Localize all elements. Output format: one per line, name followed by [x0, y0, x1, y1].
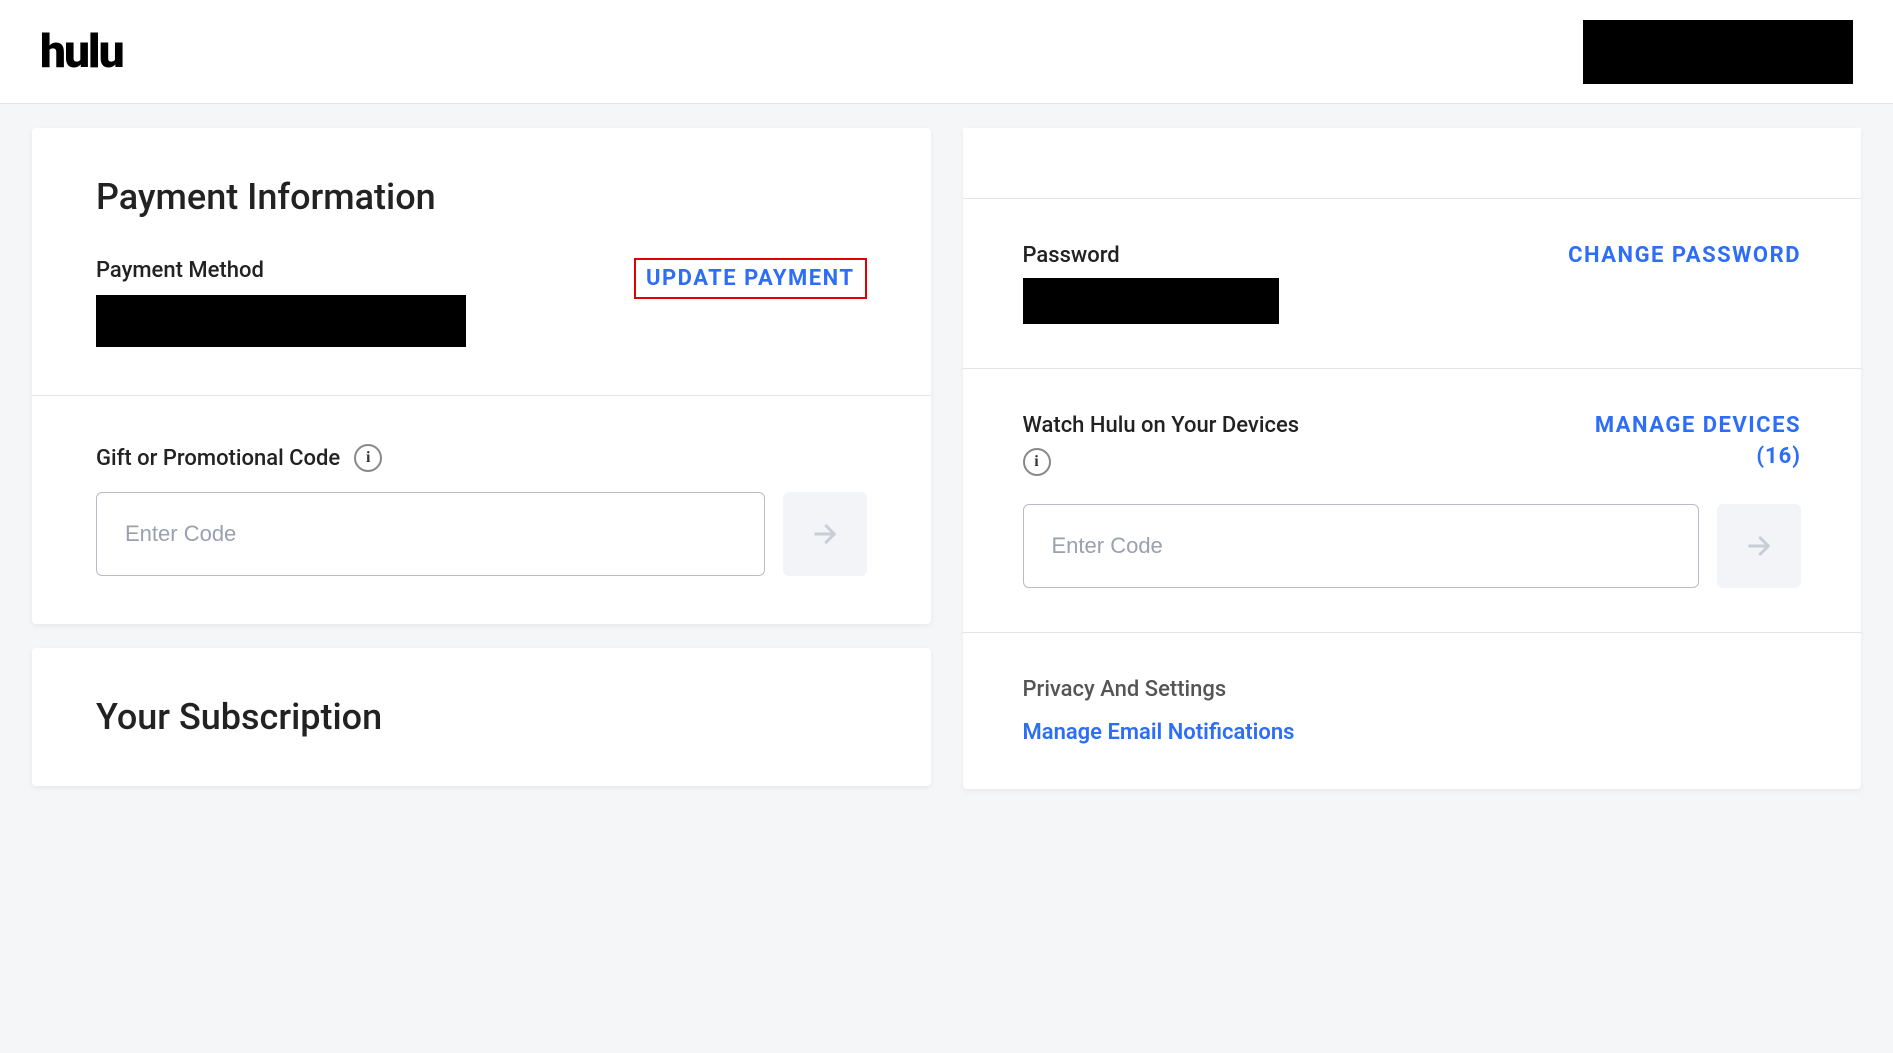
promo-code-input[interactable] — [96, 492, 765, 576]
subscription-title: Your Subscription — [96, 696, 867, 738]
subscription-card: Your Subscription — [32, 648, 931, 786]
header-account-redacted — [1583, 20, 1853, 84]
change-password-link[interactable]: CHANGE PASSWORD — [1568, 243, 1801, 268]
devices-code-input[interactable] — [1023, 504, 1700, 588]
arrow-right-icon — [1745, 532, 1773, 560]
payment-method-label: Payment Method — [96, 258, 466, 283]
promo-submit-button[interactable] — [783, 492, 867, 576]
arrow-right-icon — [811, 520, 839, 548]
header: hulu — [0, 0, 1893, 104]
info-icon[interactable]: i — [354, 444, 382, 472]
payment-info-title: Payment Information — [96, 176, 867, 218]
left-column: Payment Information Payment Method UPDAT… — [32, 128, 931, 810]
devices-count: (16) — [1595, 444, 1801, 469]
privacy-settings-title: Privacy And Settings — [1023, 677, 1802, 702]
update-payment-link[interactable]: UPDATE PAYMENT — [646, 266, 855, 291]
right-column: Password CHANGE PASSWORD Watch Hulu on Y… — [963, 128, 1862, 813]
account-settings-card: Password CHANGE PASSWORD Watch Hulu on Y… — [963, 128, 1862, 789]
manage-email-notifications-link[interactable]: Manage Email Notifications — [1023, 720, 1802, 745]
promo-code-label: Gift or Promotional Code — [96, 446, 340, 471]
manage-devices-link[interactable]: MANAGE DEVICES — [1595, 413, 1801, 438]
hulu-logo[interactable]: hulu — [40, 25, 123, 79]
account-content: Payment Information Payment Method UPDAT… — [0, 104, 1893, 813]
password-value-redacted — [1023, 278, 1279, 324]
update-payment-highlight: UPDATE PAYMENT — [634, 258, 867, 299]
payment-info-card: Payment Information Payment Method UPDAT… — [32, 128, 931, 624]
payment-method-value-redacted — [96, 295, 466, 347]
devices-submit-button[interactable] — [1717, 504, 1801, 588]
devices-label: Watch Hulu on Your Devices — [1023, 413, 1300, 438]
info-icon[interactable]: i — [1023, 448, 1051, 476]
password-label: Password — [1023, 243, 1279, 268]
